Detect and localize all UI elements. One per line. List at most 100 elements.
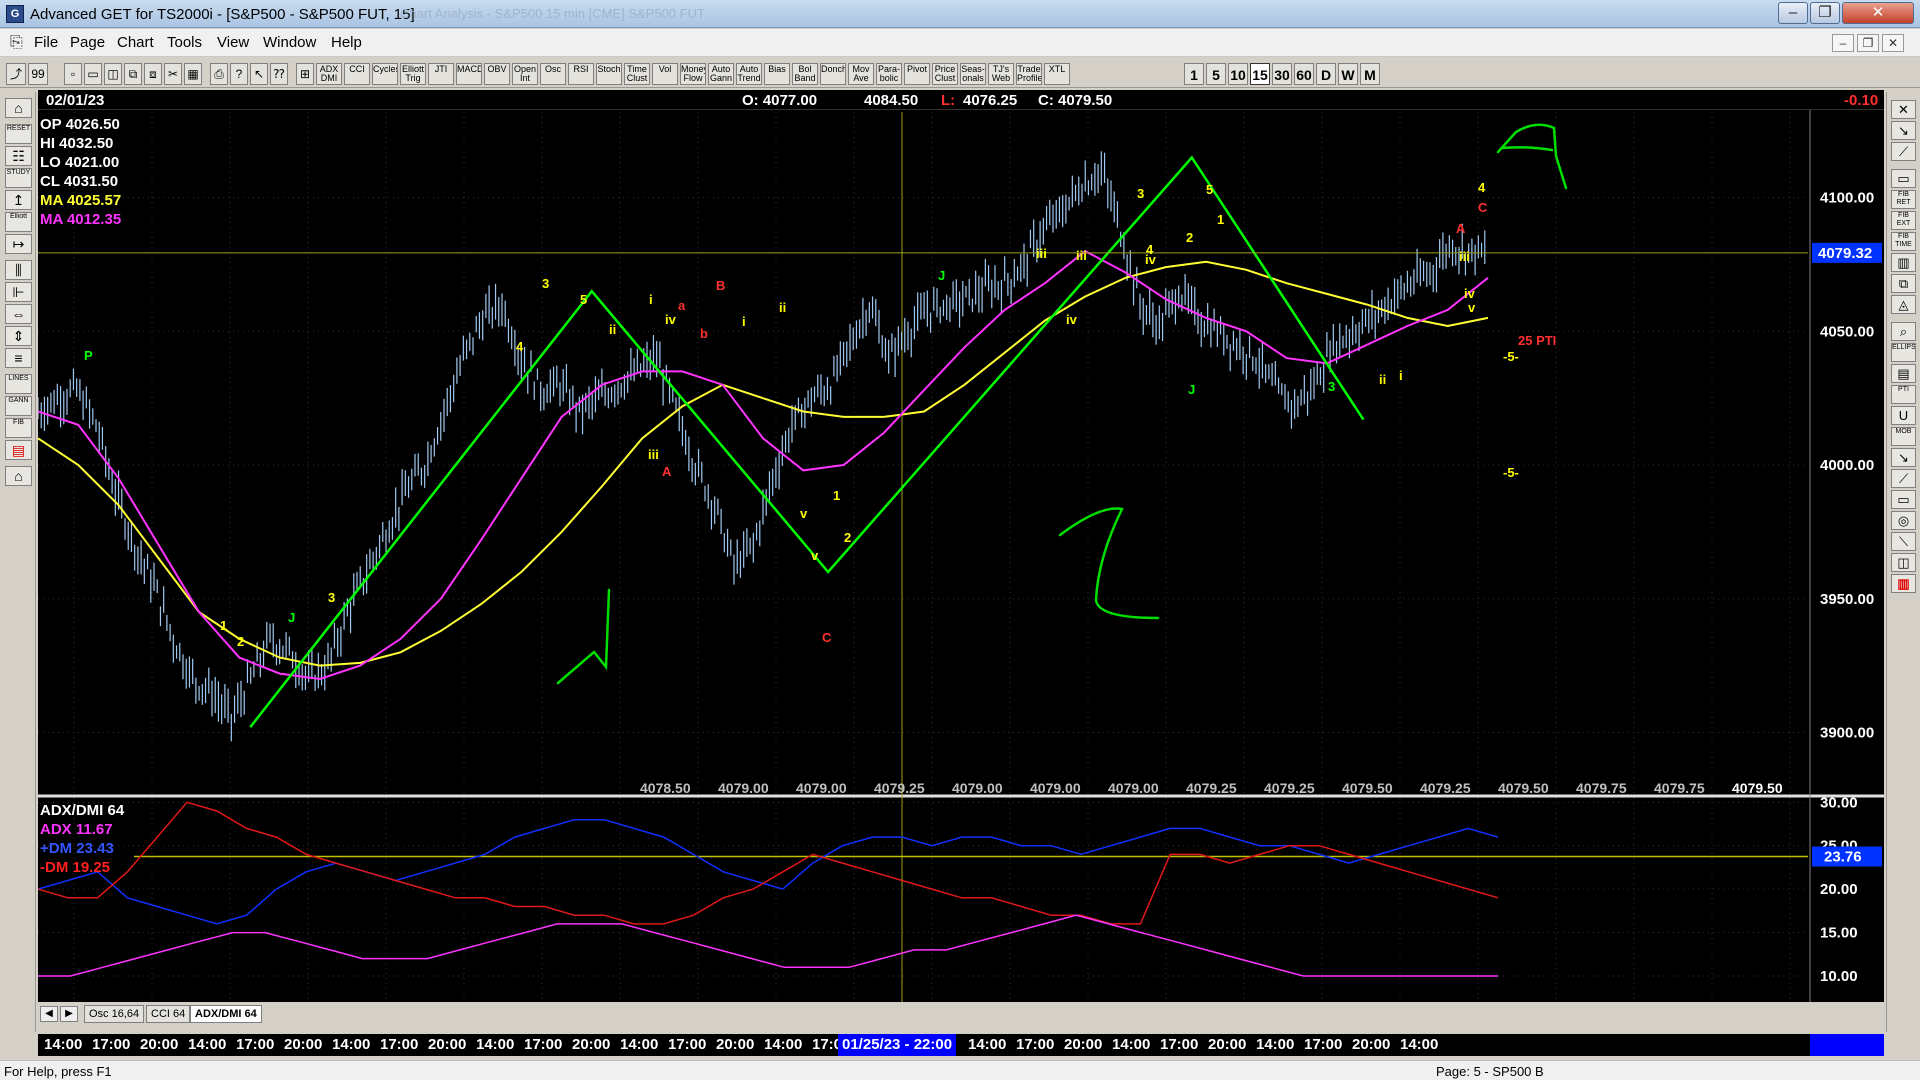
right-tool-9-icon[interactable]: ◬ (1891, 295, 1916, 314)
new-icon[interactable]: ▫ (64, 63, 82, 85)
toolbar-button-elliott-trig[interactable]: Elliott Trig (400, 63, 426, 85)
right-tool-mob[interactable]: MOB (1891, 427, 1916, 446)
tab-adx-dmi[interactable]: ADX/DMI 64 (190, 1005, 262, 1023)
grid-icon[interactable]: ▦ (184, 63, 202, 85)
left-tool-2-icon[interactable]: ☷ (5, 146, 32, 166)
minimize-button[interactable]: – (1778, 2, 1808, 24)
interval-button-m[interactable]: M (1360, 63, 1380, 85)
left-tool-gann[interactable]: GANN (5, 396, 32, 416)
help-icon[interactable]: ⁇ (270, 63, 288, 85)
study-icon[interactable]: ⊞ (296, 63, 314, 85)
menu-tools[interactable]: Tools (167, 34, 202, 51)
toolbar-button-xtl[interactable]: XTL (1044, 63, 1070, 85)
right-tool-fib-time[interactable]: FIB TIME (1891, 232, 1916, 251)
link-icon[interactable]: ⧈ (144, 63, 162, 85)
mdi-minimize-button[interactable]: – (1832, 34, 1854, 52)
copy-icon[interactable]: ⧉ (124, 63, 142, 85)
save-icon[interactable]: ◫ (104, 63, 122, 85)
right-tool-3-icon[interactable]: ▭ (1891, 169, 1916, 188)
interval-button-60[interactable]: 60 (1294, 63, 1314, 85)
right-tool-2-icon[interactable]: ⟋ (1891, 142, 1916, 161)
mdi-close-button[interactable]: ✕ (1882, 34, 1904, 52)
interval-button-5[interactable]: 5 (1206, 63, 1226, 85)
left-tool-study[interactable]: STUDY (5, 168, 32, 188)
right-tool-16-icon[interactable]: ↘ (1891, 448, 1916, 467)
right-tool-pti[interactable]: PTI (1891, 385, 1916, 404)
toolbar-button-seas-onals[interactable]: Seas-onals (960, 63, 986, 85)
left-tool-0-icon[interactable]: ⌂ (5, 98, 32, 118)
right-tool-17-icon[interactable]: ⟋ (1891, 469, 1916, 488)
toolbar-button-jti[interactable]: JTI (428, 63, 454, 85)
toolbar-button-donch[interactable]: Donch (820, 63, 846, 85)
right-tool-fib-ret[interactable]: FIB RET (1891, 190, 1916, 209)
tab-osc[interactable]: Osc 16,64 (84, 1005, 145, 1023)
print-icon[interactable]: ⎙ (210, 63, 228, 85)
time-axis[interactable]: 14:00 17:00 20:00 14:00 17:00 20:00 14:00 17:00… (38, 1034, 1884, 1056)
right-tool-1-icon[interactable]: ↘ (1891, 121, 1916, 140)
open-icon[interactable]: ▭ (84, 63, 102, 85)
right-tool-ellips[interactable]: ELLIPS (1891, 343, 1916, 362)
right-tool-22-icon[interactable]: ▥ (1891, 574, 1916, 593)
interval-button-d[interactable]: D (1316, 63, 1336, 85)
help-pointer-icon[interactable]: ↖ (250, 63, 268, 85)
toolbar-button-auto-trend[interactable]: Auto Trend (736, 63, 762, 85)
interval-button-w[interactable]: W (1338, 63, 1358, 85)
right-tool-8-icon[interactable]: ⧉ (1891, 274, 1916, 293)
right-tool-14-icon[interactable]: U (1891, 406, 1916, 425)
toolbar-button-vol[interactable]: Vol (652, 63, 678, 85)
right-tool-20-icon[interactable]: ⟍ (1891, 532, 1916, 551)
menu-help[interactable]: Help (331, 34, 362, 51)
interval-button-1[interactable]: 1 (1184, 63, 1204, 85)
toolbar-button-auto-gann[interactable]: Auto Gann (708, 63, 734, 85)
chart-area[interactable]: 02/01/23 O: 4077.00 4084.50 L: 4076.25 C… (38, 90, 1884, 1002)
tab-prev-button[interactable]: ◀ (40, 1006, 58, 1022)
left-tool-16-icon[interactable]: ⌂ (5, 466, 32, 486)
right-tool-10-icon[interactable]: ⌕ (1891, 322, 1916, 341)
right-tool-fib-ext[interactable]: FIB EXT (1891, 211, 1916, 230)
right-tool-0-icon[interactable]: ✕ (1891, 100, 1916, 119)
doc-icon[interactable]: ⎘ (10, 34, 23, 52)
interval-button-15[interactable]: 15 (1250, 63, 1270, 85)
toolbar-button-stoch[interactable]: Stoch (596, 63, 622, 85)
toolbar-button-cycles[interactable]: Cycles (372, 63, 398, 85)
menu-view[interactable]: View (217, 34, 249, 51)
cut-icon[interactable]: ✂ (164, 63, 182, 85)
toolbar-button-para-bolic[interactable]: Para-bolic (876, 63, 902, 85)
menu-chart[interactable]: Chart (117, 34, 154, 51)
right-tool-18-icon[interactable]: ▭ (1891, 490, 1916, 509)
left-tool-elliott[interactable]: Elliott (5, 212, 32, 232)
toolbar-button-adx-dmi[interactable]: ADX DMI (316, 63, 342, 85)
toolbar-button-macd[interactable]: MACD (456, 63, 482, 85)
right-tool-7-icon[interactable]: ▥ (1891, 253, 1916, 272)
price-chart-svg[interactable]: 4100.00 4050.00 4000.00 3950.00 3900.00 30.00… (38, 90, 1884, 1002)
interval-button-30[interactable]: 30 (1272, 63, 1292, 85)
toolbar-button-open-int[interactable]: Open Int (512, 63, 538, 85)
menu-page[interactable]: Page (70, 34, 105, 51)
left-tool-4-icon[interactable]: ↥ (5, 190, 32, 210)
menu-window[interactable]: Window (263, 34, 316, 51)
left-tool-11-icon[interactable]: ≡ (5, 348, 32, 368)
left-tool-6-icon[interactable]: ↦ (5, 234, 32, 254)
toolbar-button-obv[interactable]: OBV (484, 63, 510, 85)
left-tool-7-icon[interactable]: ⫼ (5, 260, 32, 280)
toolbar-button-pivot[interactable]: Pivot (904, 63, 930, 85)
toolbar-button-price-clust[interactable]: Price Clust (932, 63, 958, 85)
left-tool-9-icon[interactable]: ⇔ (5, 304, 32, 324)
toolbar-button-tj-s-web[interactable]: TJ's Web (988, 63, 1014, 85)
interval-button-10[interactable]: 10 (1228, 63, 1248, 85)
toolbar-button-bol-band[interactable]: Bol Band (792, 63, 818, 85)
toolbar-button-trade-profile[interactable]: Trade Profile (1016, 63, 1042, 85)
maximize-button[interactable]: ❐ (1810, 2, 1840, 24)
toolbar-button-time-clust[interactable]: Time Clust (624, 63, 650, 85)
toolbar-button-bias[interactable]: Bias (764, 63, 790, 85)
tab-next-button[interactable]: ▶ (60, 1006, 78, 1022)
toolbar-button-rsi[interactable]: RSI (568, 63, 594, 85)
mdi-restore-button[interactable]: ❐ (1857, 34, 1879, 52)
right-tool-21-icon[interactable]: ◫ (1891, 553, 1916, 572)
right-tool-12-icon[interactable]: ▤ (1891, 364, 1916, 383)
left-tool-8-icon[interactable]: ⊩ (5, 282, 32, 302)
close-button[interactable]: ✕ (1842, 2, 1914, 24)
left-tool-15-icon[interactable]: ▤ (5, 440, 32, 460)
left-tool-lines[interactable]: LINES (5, 374, 32, 394)
menu-file[interactable]: File (34, 34, 58, 51)
